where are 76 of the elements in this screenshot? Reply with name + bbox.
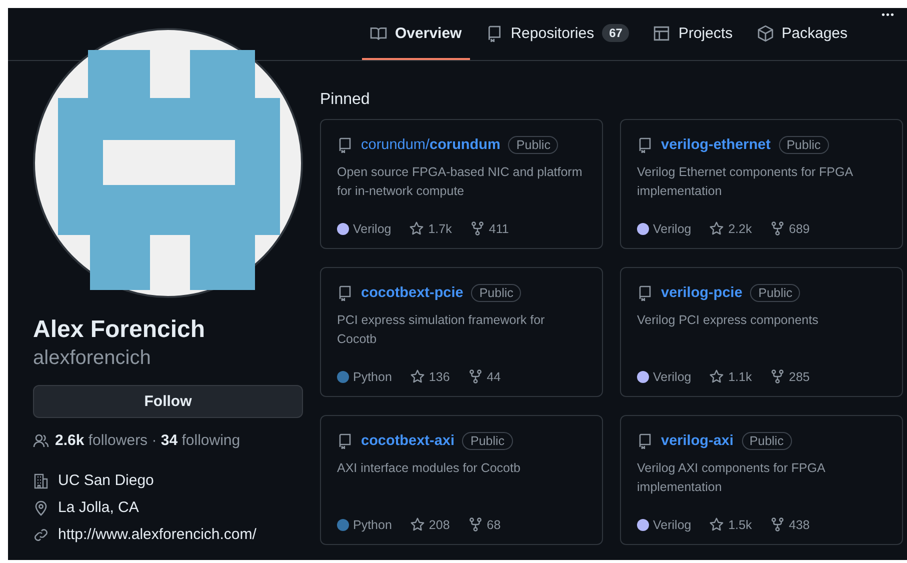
fork-count[interactable]: 285 xyxy=(788,370,810,384)
star-icon xyxy=(709,517,724,532)
organization-text: UC San Diego xyxy=(58,471,154,490)
profile-tab[interactable]: Projects xyxy=(645,8,741,60)
repository-count: 67 xyxy=(602,24,630,42)
fork-icon xyxy=(770,517,785,532)
star-icon xyxy=(410,369,425,384)
profile-name: Alex Forencich xyxy=(33,315,206,345)
star-icon xyxy=(709,221,724,236)
repo-link[interactable]: verilog-axi xyxy=(661,433,734,449)
link-icon xyxy=(33,526,49,542)
location-text: La Jolla, CA xyxy=(58,498,139,517)
repo-link[interactable]: cocotbext-pcie xyxy=(361,285,464,301)
star-count[interactable]: 1.7k xyxy=(428,222,452,236)
repo-link[interactable]: cocotbext-axi xyxy=(361,433,454,449)
fork-icon xyxy=(770,369,785,384)
star-count[interactable]: 2.2k xyxy=(728,222,752,236)
visibility-label: Public xyxy=(778,136,829,154)
language-name: Verilog xyxy=(353,222,392,236)
repo-link[interactable]: corundum/corundum xyxy=(361,137,500,153)
table-icon xyxy=(653,24,670,42)
star-count[interactable]: 136 xyxy=(428,370,450,384)
repo-link[interactable]: verilog-pcie xyxy=(661,285,742,301)
people-icon xyxy=(33,432,49,448)
username: alexforencich xyxy=(33,346,152,371)
package-icon xyxy=(756,24,774,42)
repo-description: AXI interface modules for Cocotb xyxy=(337,460,522,477)
repo-icon xyxy=(486,24,503,42)
profile-tab[interactable]: Packages xyxy=(748,8,856,60)
repo-icon xyxy=(637,433,653,449)
fork-count[interactable]: 438 xyxy=(788,518,810,532)
star-icon xyxy=(709,369,724,384)
repo-link[interactable]: verilog-ethernet xyxy=(661,137,771,153)
star-count[interactable]: 208 xyxy=(428,518,450,532)
language-name: Verilog xyxy=(653,222,692,236)
fork-icon xyxy=(468,369,483,384)
language-name: Verilog xyxy=(653,370,692,384)
language-name: Verilog xyxy=(653,518,692,532)
star-count[interactable]: 1.5k xyxy=(728,518,752,532)
book-icon xyxy=(370,24,387,42)
repo-description: Verilog Ethernet components for FPGA implementation xyxy=(637,164,854,200)
star-icon xyxy=(410,517,425,532)
language-name: Python xyxy=(353,518,392,532)
follow-button[interactable]: Follow xyxy=(33,385,303,418)
building-icon xyxy=(33,472,49,488)
visibility-label: Public xyxy=(462,432,513,450)
fork-icon xyxy=(468,517,483,532)
profile-tab[interactable]: Repositories 67 xyxy=(478,8,638,60)
visibility-label: Public xyxy=(750,284,800,302)
language-name: Python xyxy=(353,370,392,384)
fork-count[interactable]: 68 xyxy=(486,518,501,532)
followers-link[interactable]: 2.6k followers · 34 following xyxy=(55,432,240,449)
repo-icon xyxy=(337,285,353,301)
website-link[interactable]: http://www.alexforencich.com/ xyxy=(58,525,256,544)
visibility-label: Public xyxy=(742,432,792,450)
star-count[interactable]: 1.1k xyxy=(728,370,752,384)
repo-icon xyxy=(337,137,353,153)
visibility-label: Public xyxy=(508,136,558,154)
repo-icon xyxy=(637,285,653,301)
repo-description: Open source FPGA-based NIC and platform for in-network compute xyxy=(337,164,584,200)
star-icon xyxy=(409,221,424,236)
more-button[interactable]: ••• xyxy=(879,8,897,23)
fork-count[interactable]: 689 xyxy=(788,222,810,236)
repo-description: Verilog AXI components for FPGA implementation xyxy=(637,460,826,496)
profile-tab[interactable]: Overview xyxy=(362,8,470,60)
fork-icon xyxy=(770,221,785,236)
repo-icon xyxy=(637,137,653,153)
fork-count[interactable]: 411 xyxy=(488,222,509,236)
fork-icon xyxy=(470,221,485,236)
pinned-heading: Pinned xyxy=(320,91,371,109)
visibility-label: Public xyxy=(471,284,522,302)
repo-icon xyxy=(337,433,353,449)
fork-count[interactable]: 44 xyxy=(486,370,501,384)
location-pin-icon xyxy=(33,500,49,516)
repo-description: Verilog PCI express components xyxy=(637,312,820,329)
repo-description: PCI express simulation framework for Cocotb xyxy=(337,312,546,348)
